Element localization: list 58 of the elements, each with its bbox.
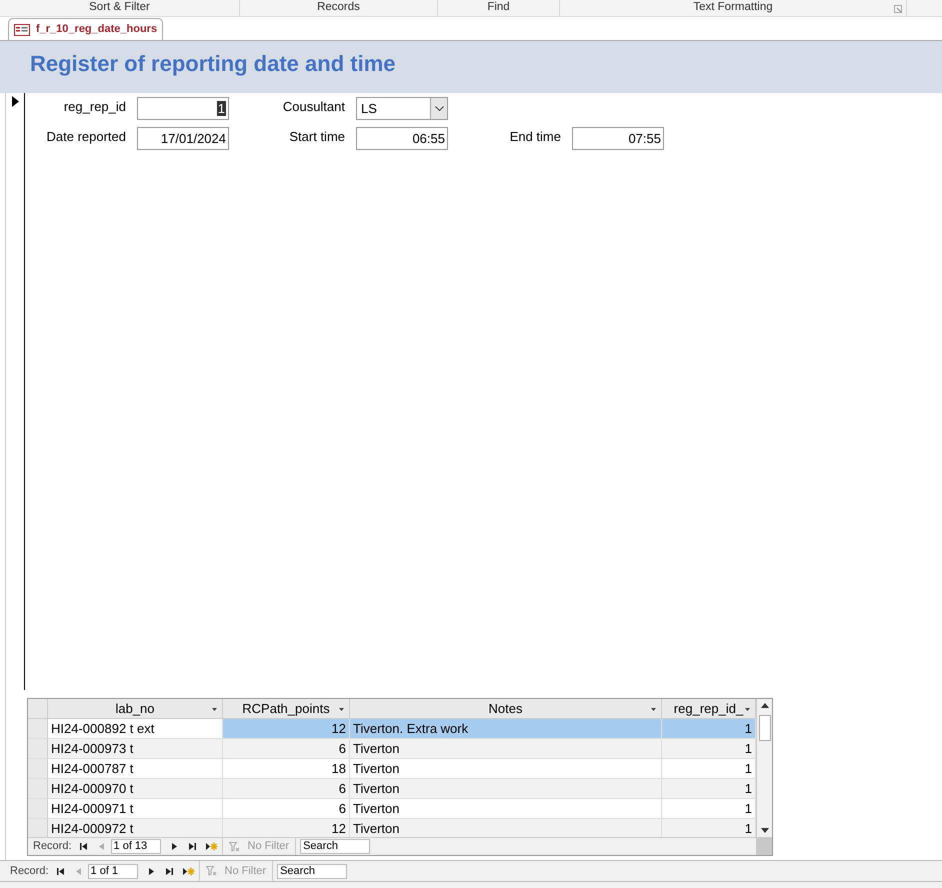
subform-search-field[interactable]: Search bbox=[300, 839, 370, 854]
current-record-icon bbox=[12, 96, 18, 107]
table-cell: Tiverton bbox=[350, 799, 662, 818]
table-cell: Tiverton. Extra work bbox=[350, 719, 662, 738]
first-record-icon[interactable] bbox=[56, 866, 66, 876]
ribbon-group-label: Records bbox=[317, 0, 360, 16]
column-header[interactable]: RCPath_points bbox=[223, 699, 350, 718]
text-field[interactable]: 06:55 bbox=[356, 127, 448, 150]
table-cell: HI24-000971 t bbox=[48, 799, 223, 818]
column-header[interactable]: lab_no bbox=[48, 699, 223, 718]
table-cell: HI24-000970 t bbox=[48, 779, 223, 798]
dropdown-arrow-icon[interactable] bbox=[651, 708, 656, 711]
field-label: Start time bbox=[289, 128, 345, 146]
table-cell: Tiverton bbox=[350, 759, 662, 778]
first-record-icon[interactable] bbox=[78, 842, 89, 851]
table-cell: 18 bbox=[223, 759, 350, 778]
scroll-thumb[interactable] bbox=[758, 715, 770, 741]
table-cell: 6 bbox=[223, 779, 350, 798]
record-label: Record: bbox=[10, 864, 49, 879]
field-label: End time bbox=[510, 128, 561, 146]
table-cell: HI24-000973 t bbox=[48, 739, 223, 758]
text-field[interactable]: 17/01/2024 bbox=[137, 127, 229, 150]
text-field[interactable]: 07:55 bbox=[572, 127, 664, 150]
table-cell: Tiverton bbox=[350, 779, 662, 798]
table-cell: Tiverton bbox=[350, 739, 662, 758]
record-position-field[interactable]: 1 of 1 bbox=[88, 864, 138, 878]
table-cell: HI24-000787 t bbox=[48, 759, 223, 778]
filter-icon bbox=[228, 842, 240, 852]
last-record-icon[interactable] bbox=[186, 842, 197, 851]
dropdown-arrow-icon[interactable] bbox=[745, 708, 750, 711]
dropdown-arrow-icon[interactable] bbox=[212, 708, 217, 711]
field-label: reg_rep_id bbox=[64, 98, 126, 116]
ribbon-group-label: Find bbox=[487, 0, 510, 16]
new-record-icon[interactable] bbox=[182, 866, 195, 876]
dropdown-arrow-icon[interactable] bbox=[339, 708, 344, 711]
new-record-icon[interactable] bbox=[204, 842, 218, 851]
dialog-launcher-icon[interactable] bbox=[894, 5, 902, 13]
table-cell: 1 bbox=[662, 719, 756, 738]
table-cell: 12 bbox=[223, 719, 350, 738]
ribbon-group-label: Sort & Filter bbox=[89, 0, 150, 16]
document-tab[interactable]: f_r_10_reg_date_hours bbox=[8, 18, 164, 40]
column-header[interactable]: Notes bbox=[350, 699, 662, 718]
table-cell: 6 bbox=[223, 739, 350, 758]
record-label: Record: bbox=[33, 839, 72, 854]
form-search-field[interactable]: Search bbox=[277, 864, 348, 878]
consultant-dropdown[interactable]: LS bbox=[356, 97, 448, 120]
field-label: Cousultant bbox=[282, 98, 345, 116]
ribbon-group-label: Text Formatting bbox=[693, 0, 773, 16]
filter-icon bbox=[206, 866, 217, 876]
form-title: Register of reporting date and time bbox=[30, 50, 396, 78]
text-field[interactable]: 1 bbox=[137, 97, 229, 120]
vertical-scrollbar[interactable] bbox=[756, 699, 772, 837]
last-record-icon[interactable] bbox=[164, 866, 174, 876]
chevron-down-icon bbox=[434, 106, 444, 111]
table-cell: 6 bbox=[223, 799, 350, 818]
form-icon bbox=[14, 24, 30, 36]
field-label: Date reported bbox=[46, 128, 126, 146]
record-position-field[interactable]: 1 of 13 bbox=[110, 839, 161, 854]
